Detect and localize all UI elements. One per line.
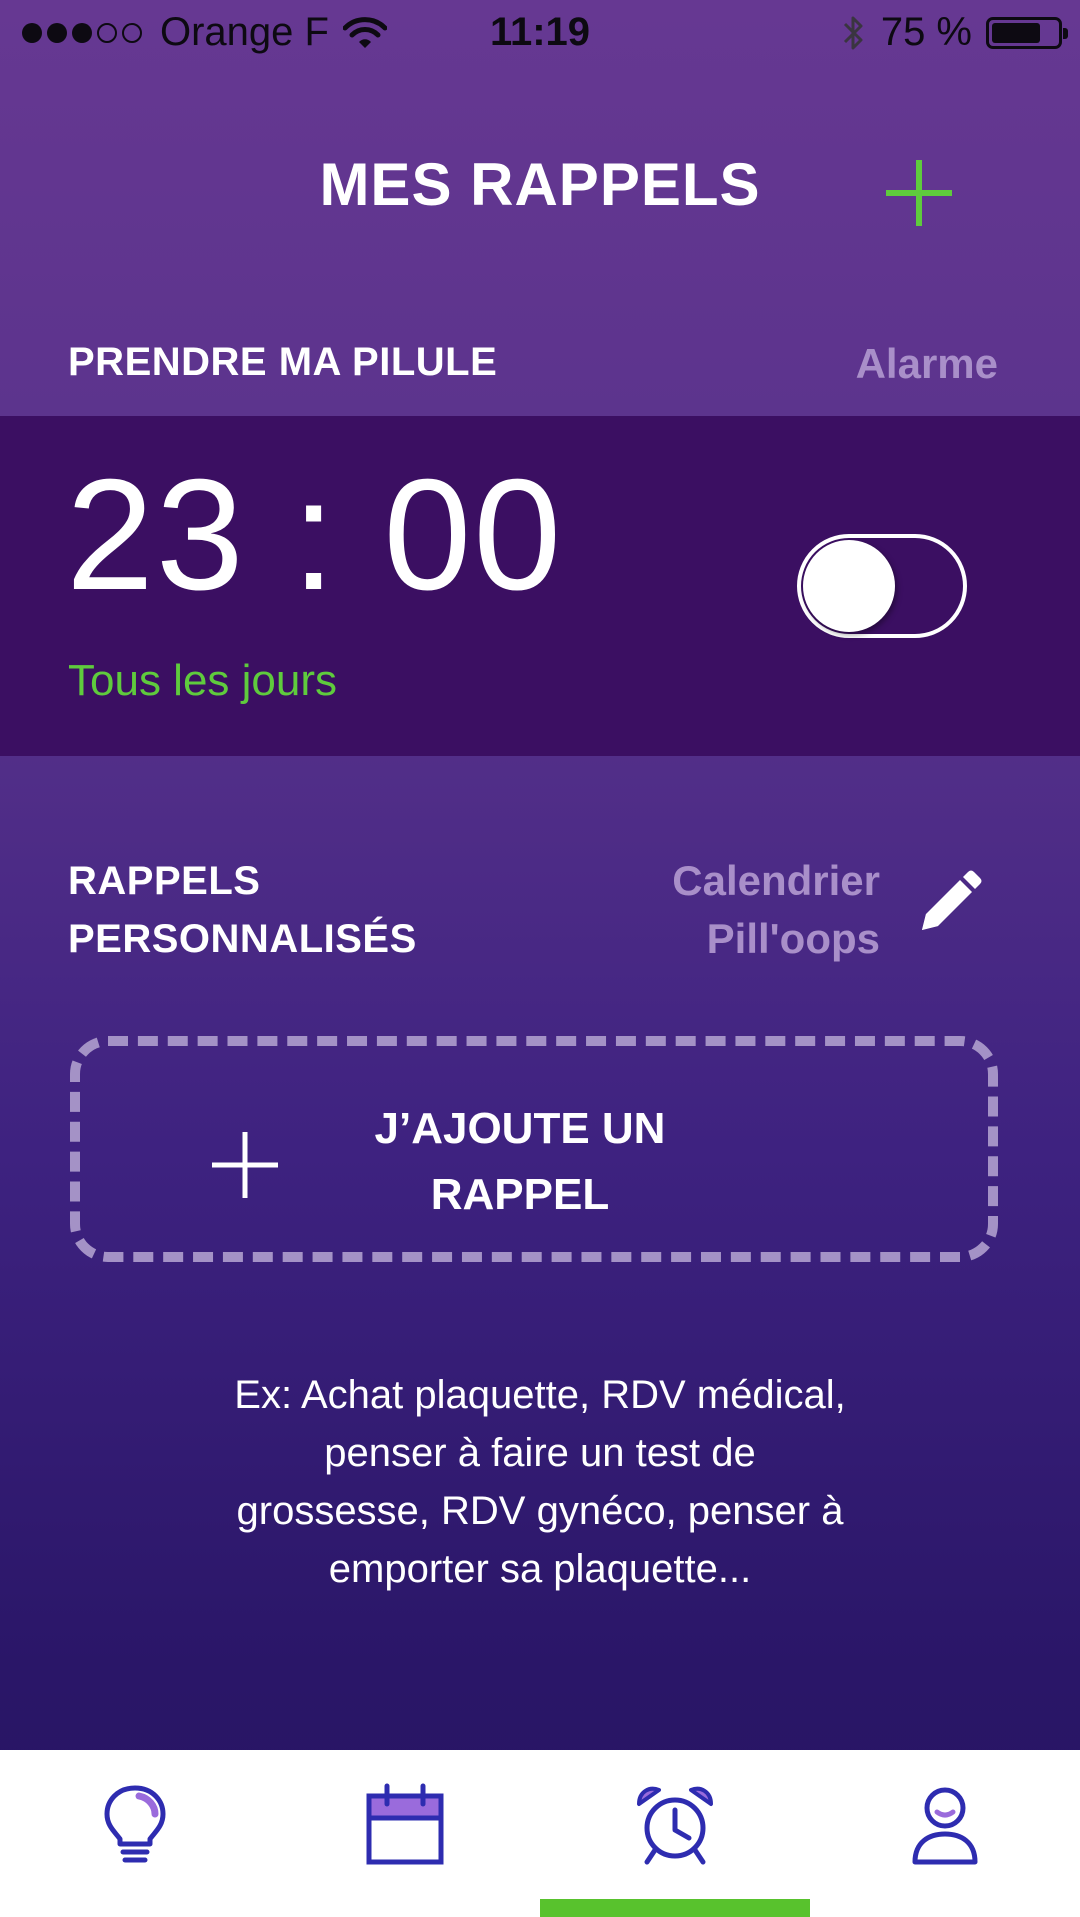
calendar-link-line1: Calendrier <box>672 857 880 904</box>
profile-icon <box>912 1787 978 1865</box>
add-reminder-label-line1: J’AJOUTE UN <box>374 1104 666 1153</box>
pill-alarm-panel[interactable]: 23 : 00 Tous les jours <box>0 416 1080 756</box>
add-reminder-button[interactable]: J’AJOUTE UN RAPPEL <box>70 1036 998 1262</box>
battery-percent: 75 % <box>880 10 972 54</box>
examples-line: emporter sa plaquette... <box>328 1547 752 1591</box>
tab-profile[interactable] <box>810 1750 1080 1917</box>
status-bar: Orange F 11:19 75 % <box>0 0 1080 68</box>
pill-section-title: PRENDRE MA PILULE <box>68 340 498 384</box>
add-reminder-label-line2: RAPPEL <box>430 1170 610 1219</box>
calendar-link[interactable]: Calendrier Pill'oops <box>672 852 880 968</box>
battery-tip <box>1063 27 1068 39</box>
battery-fill <box>992 22 1040 43</box>
custom-reminders-title-line2: PERSONNALISÉS <box>68 917 417 961</box>
calendar-icon <box>366 1783 444 1865</box>
active-tab-indicator <box>540 1899 810 1917</box>
pencil-icon[interactable] <box>912 868 984 940</box>
app-screen: Orange F 11:19 75 % MES RAPPELS PRENDRE … <box>0 0 1080 1917</box>
examples-text: Ex: Achat plaquette, RDV médical, penser… <box>120 1366 960 1598</box>
add-reminder-label: J’AJOUTE UN RAPPEL <box>310 1096 730 1228</box>
plus-icon <box>212 1132 278 1198</box>
tab-tips[interactable] <box>0 1750 270 1917</box>
alarm-clock-icon <box>637 1786 713 1865</box>
examples-line: grossesse, RDV gynéco, penser à <box>236 1489 844 1533</box>
lightbulb-icon <box>104 1785 166 1863</box>
examples-line: Ex: Achat plaquette, RDV médical, <box>234 1373 846 1417</box>
alarm-toggle[interactable] <box>797 534 967 638</box>
custom-reminders-title-line1: RAPPELS <box>68 859 261 903</box>
bluetooth-icon <box>843 16 863 49</box>
battery-icon <box>986 16 1068 49</box>
calendar-link-line2: Pill'oops <box>706 915 880 962</box>
alarm-label: Alarme <box>855 340 998 387</box>
tab-calendar[interactable] <box>270 1750 540 1917</box>
toggle-knob <box>803 540 895 632</box>
status-bar-right: 75 % <box>841 10 1068 55</box>
alarm-time[interactable]: 23 : 00 <box>66 456 563 614</box>
custom-reminders-title: RAPPELS PERSONNALISÉS <box>68 852 417 968</box>
examples-line: penser à faire un test de <box>324 1431 756 1475</box>
add-reminder-plus-icon[interactable] <box>884 158 954 228</box>
tab-bar <box>0 1750 1080 1917</box>
alarm-repeat: Tous les jours <box>68 656 338 705</box>
tab-reminders[interactable] <box>540 1750 810 1917</box>
